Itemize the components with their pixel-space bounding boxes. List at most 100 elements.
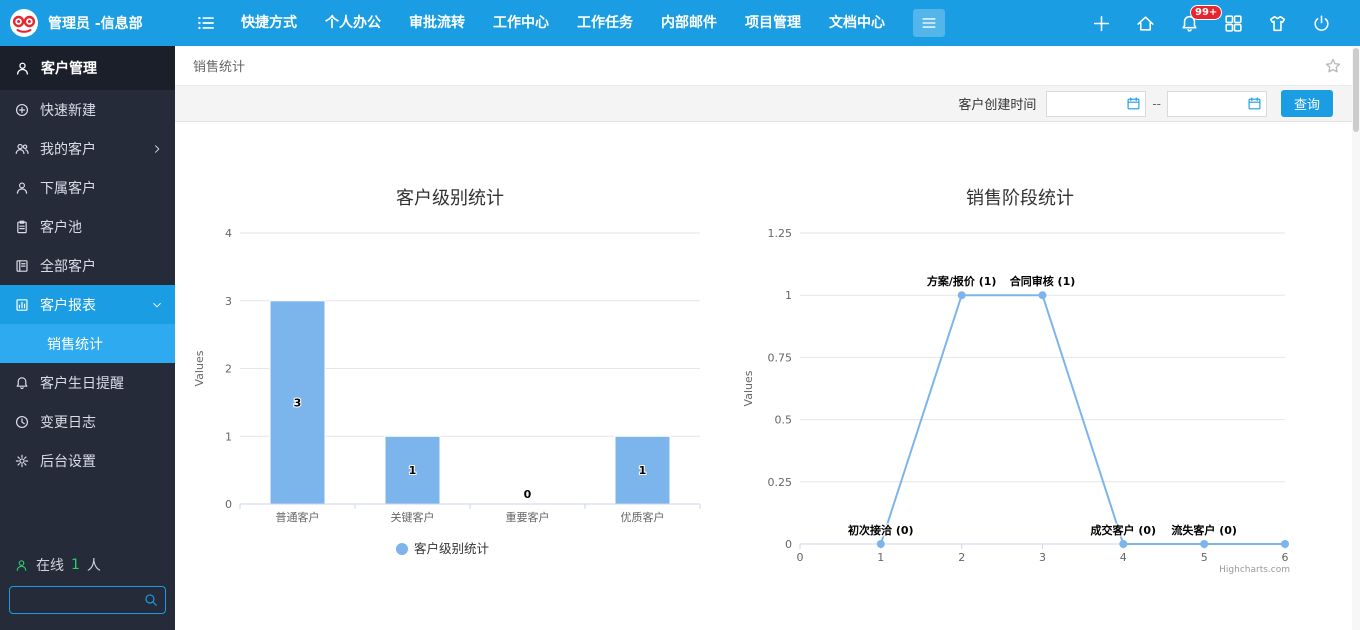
- nav-item[interactable]: 个人办公: [311, 0, 395, 46]
- svg-text:关键客户: 关键客户: [391, 510, 435, 524]
- bell-icon[interactable]: 99+: [1179, 13, 1200, 34]
- svg-text:客户级别统计: 客户级别统计: [414, 541, 489, 556]
- svg-text:4: 4: [225, 227, 232, 240]
- book-icon: [14, 258, 30, 274]
- svg-text:1: 1: [785, 289, 792, 302]
- customer-person-icon: [14, 60, 31, 77]
- menu-list-icon[interactable]: [195, 12, 217, 34]
- nav-collapse-button[interactable]: [913, 9, 945, 37]
- calendar-icon[interactable]: [1247, 96, 1266, 111]
- brand: 管理员 -信息部: [0, 8, 175, 38]
- svg-text:流失客户 (0): 流失客户 (0): [1171, 523, 1237, 537]
- svg-text:1: 1: [409, 464, 417, 477]
- plus-icon[interactable]: [1091, 13, 1112, 34]
- search-icon[interactable]: [143, 592, 159, 608]
- sidebar-menu: 快速新建我的客户下属客户客户池全部客户客户报表销售统计客户生日提醒变更日志后台设…: [0, 90, 175, 480]
- svg-text:1: 1: [639, 464, 647, 477]
- sidebar-item[interactable]: 变更日志: [0, 402, 175, 441]
- filter-label: 客户创建时间: [958, 94, 1036, 113]
- nav-item[interactable]: 项目管理: [731, 0, 815, 46]
- grid-icon[interactable]: [1223, 13, 1244, 34]
- sidebar-header-label: 客户管理: [41, 58, 97, 78]
- svg-text:5: 5: [1201, 551, 1208, 564]
- online-label: 在线: [36, 555, 64, 575]
- charts-row: 客户级别统计Values012343普通客户1关键客户0重要客户1优质客户客户级…: [175, 122, 1360, 580]
- sidebar-item[interactable]: 全部客户: [0, 246, 175, 285]
- customer-level-chart: 客户级别统计Values012343普通客户1关键客户0重要客户1优质客户客户级…: [185, 180, 715, 570]
- online-user-icon: [14, 558, 29, 573]
- sidebar-item-label: 我的客户: [40, 139, 96, 159]
- sidebar-item-label: 快速新建: [40, 100, 96, 120]
- sidebar-item[interactable]: 后台设置: [0, 441, 175, 480]
- bar-chart-svg: 客户级别统计Values012343普通客户1关键客户0重要客户1优质客户客户级…: [185, 180, 715, 570]
- sidebar: 客户管理 快速新建我的客户下属客户客户池全部客户客户报表销售统计客户生日提醒变更…: [0, 46, 175, 630]
- svg-text:Values: Values: [742, 370, 755, 406]
- svg-text:销售阶段统计: 销售阶段统计: [966, 188, 1074, 209]
- svg-text:1.25: 1.25: [768, 227, 793, 240]
- sidebar-item[interactable]: 下属客户: [0, 168, 175, 207]
- sidebar-item[interactable]: 客户池: [0, 207, 175, 246]
- svg-text:Values: Values: [193, 350, 206, 386]
- topbar-actions: 99+: [1091, 13, 1360, 34]
- nav-item[interactable]: 快捷方式: [227, 0, 311, 46]
- date-to-input[interactable]: [1168, 92, 1247, 116]
- svg-text:0.5: 0.5: [775, 414, 793, 427]
- svg-text:1: 1: [225, 430, 232, 443]
- svg-text:优质客户: 优质客户: [621, 510, 665, 524]
- sidebar-item[interactable]: 客户生日提醒: [0, 363, 175, 402]
- svg-text:0: 0: [785, 538, 792, 551]
- nav-item[interactable]: 工作任务: [563, 0, 647, 46]
- sidebar-item-label: 客户生日提醒: [40, 373, 124, 393]
- person-icon: [14, 180, 30, 196]
- nav-item[interactable]: 文档中心: [815, 0, 899, 46]
- sidebar-item[interactable]: 客户报表: [0, 285, 175, 324]
- svg-text:6: 6: [1282, 551, 1289, 564]
- online-count: 1: [71, 557, 80, 573]
- svg-text:0: 0: [524, 488, 532, 501]
- sidebar-search: [9, 586, 166, 614]
- nav-item[interactable]: 审批流转: [395, 0, 479, 46]
- query-button[interactable]: 查询: [1281, 90, 1333, 117]
- scrollbar-thumb[interactable]: [1353, 48, 1359, 132]
- topbar: 管理员 -信息部 快捷方式个人办公审批流转工作中心工作任务内部邮件项目管理文档中…: [0, 0, 1360, 46]
- date-range-separator: --: [1152, 97, 1161, 111]
- sidebar-bottom: 在线 1 人: [0, 550, 175, 630]
- nav-item[interactable]: 内部邮件: [647, 0, 731, 46]
- sidebar-item-label: 变更日志: [40, 412, 96, 432]
- breadcrumb: 销售统计: [175, 46, 1360, 86]
- notification-badge: 99+: [1190, 5, 1222, 20]
- scrollbar[interactable]: [1352, 46, 1360, 630]
- bell-icon: [14, 375, 30, 391]
- plus-circle-icon: [14, 102, 30, 118]
- report-icon: [14, 297, 30, 313]
- sidebar-item[interactable]: 我的客户: [0, 129, 175, 168]
- breadcrumb-title: 销售统计: [193, 56, 245, 75]
- date-from-input[interactable]: [1047, 92, 1126, 116]
- app-logo-icon: [9, 8, 39, 38]
- date-to-field[interactable]: [1167, 91, 1267, 117]
- sidebar-header-customer-management[interactable]: 客户管理: [0, 46, 175, 90]
- sidebar-item-label: 下属客户: [40, 178, 96, 198]
- svg-text:初次接洽 (0): 初次接洽 (0): [848, 523, 914, 537]
- brand-title: 管理员 -信息部: [48, 13, 143, 33]
- home-icon[interactable]: [1135, 13, 1156, 34]
- date-from-field[interactable]: [1046, 91, 1146, 117]
- sidebar-item[interactable]: 销售统计: [0, 324, 175, 363]
- svg-text:3: 3: [1039, 551, 1046, 564]
- sidebar-item-label: 后台设置: [40, 451, 96, 471]
- svg-text:2: 2: [958, 551, 965, 564]
- power-icon[interactable]: [1311, 13, 1332, 34]
- svg-text:0.75: 0.75: [768, 351, 793, 364]
- svg-text:重要客户: 重要客户: [506, 510, 550, 524]
- calendar-icon[interactable]: [1126, 96, 1145, 111]
- online-suffix: 人: [87, 555, 101, 575]
- favorite-star-icon[interactable]: [1324, 57, 1342, 75]
- filter-bar: 客户创建时间 -- 查询: [175, 86, 1360, 122]
- svg-text:0.25: 0.25: [768, 476, 793, 489]
- shirt-icon[interactable]: [1267, 13, 1288, 34]
- nav-item[interactable]: 工作中心: [479, 0, 563, 46]
- line-chart-svg: 销售阶段统计Values00.250.50.7511.250123456初次接洽…: [740, 180, 1300, 580]
- clock-icon: [14, 414, 30, 430]
- svg-text:3: 3: [294, 396, 302, 409]
- sidebar-item[interactable]: 快速新建: [0, 90, 175, 129]
